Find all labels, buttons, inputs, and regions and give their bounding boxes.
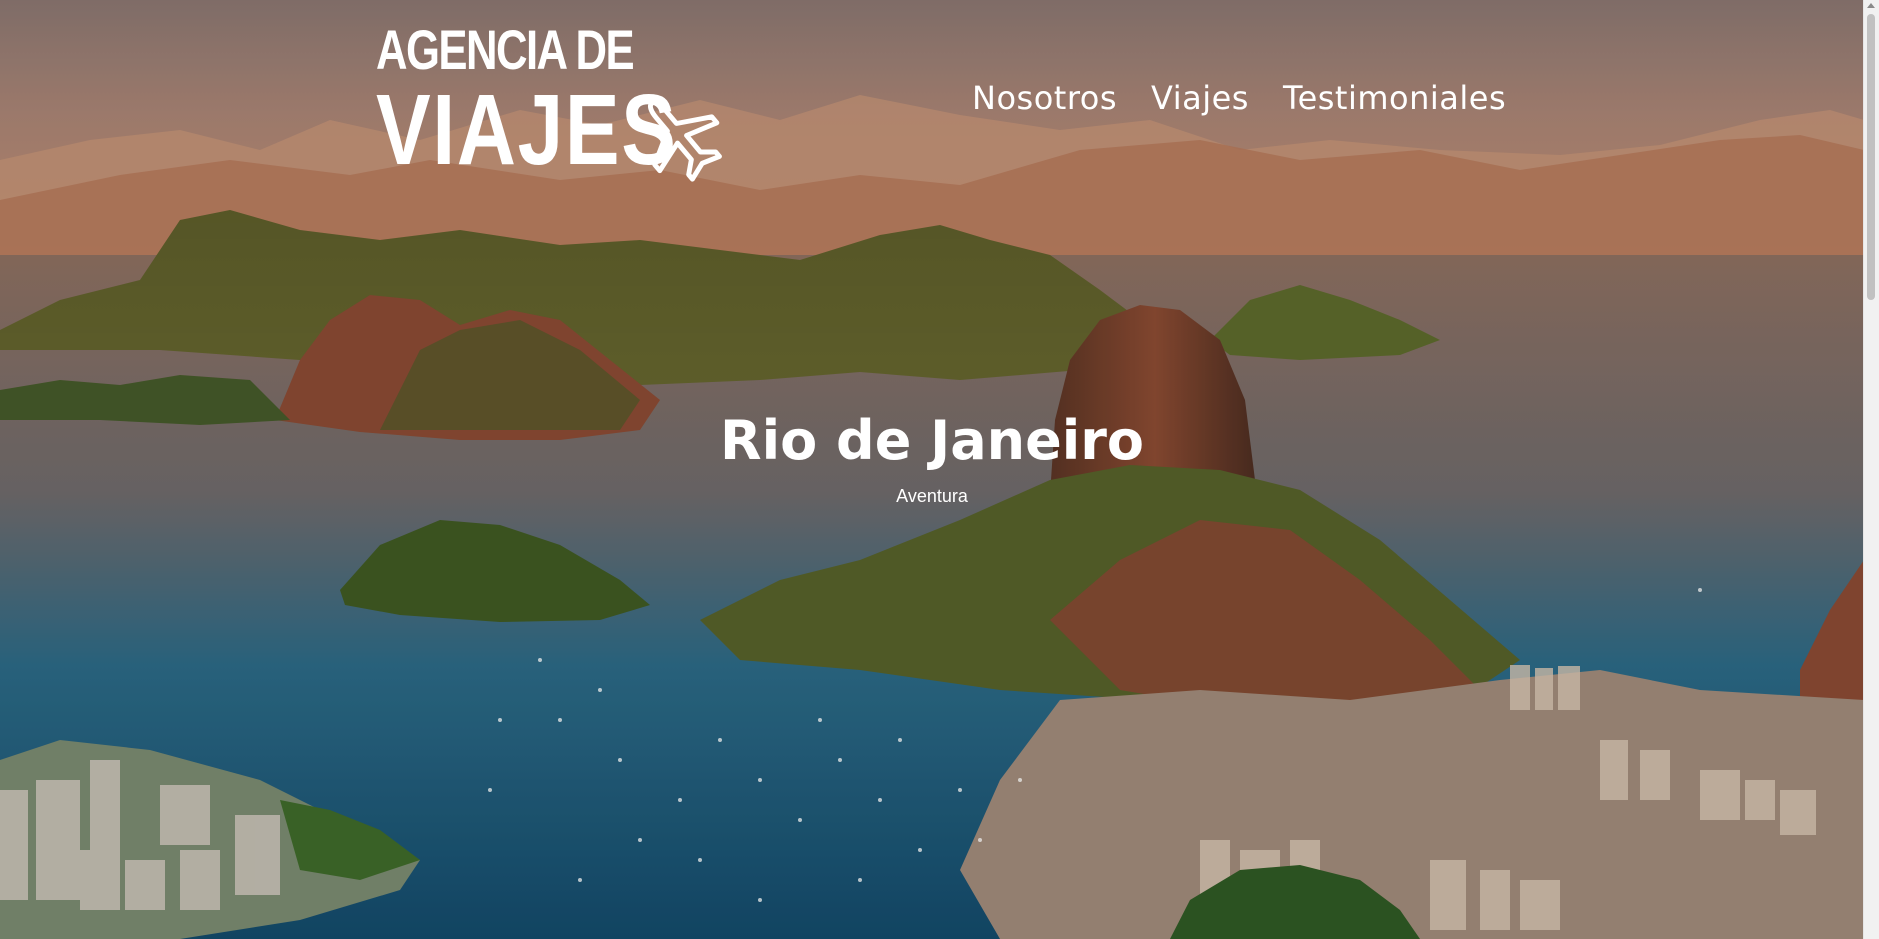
logo-line1: AGENCIA DE	[376, 18, 635, 81]
hero-section: AGENCIA DE VIAJES Nosotros Viajes Testim…	[0, 0, 1864, 939]
main-nav: Nosotros Viajes Testimoniales	[972, 78, 1506, 118]
nav-link-testimoniales[interactable]: Testimoniales	[1283, 78, 1506, 118]
logo[interactable]: AGENCIA DE VIAJES	[376, 18, 736, 182]
hero-subtitle: Aventura	[896, 486, 968, 506]
hero-content: Rio de Janeiro Aventura	[0, 406, 1864, 508]
nav-link-viajes[interactable]: Viajes	[1151, 78, 1249, 118]
hero-title: Rio de Janeiro	[720, 409, 1144, 472]
scroll-up-arrow-icon[interactable]	[1867, 3, 1875, 8]
vertical-scrollbar[interactable]	[1863, 0, 1879, 939]
nav-link-nosotros[interactable]: Nosotros	[972, 78, 1117, 118]
scrollbar-thumb[interactable]	[1867, 14, 1875, 300]
airplane-icon	[648, 99, 722, 182]
